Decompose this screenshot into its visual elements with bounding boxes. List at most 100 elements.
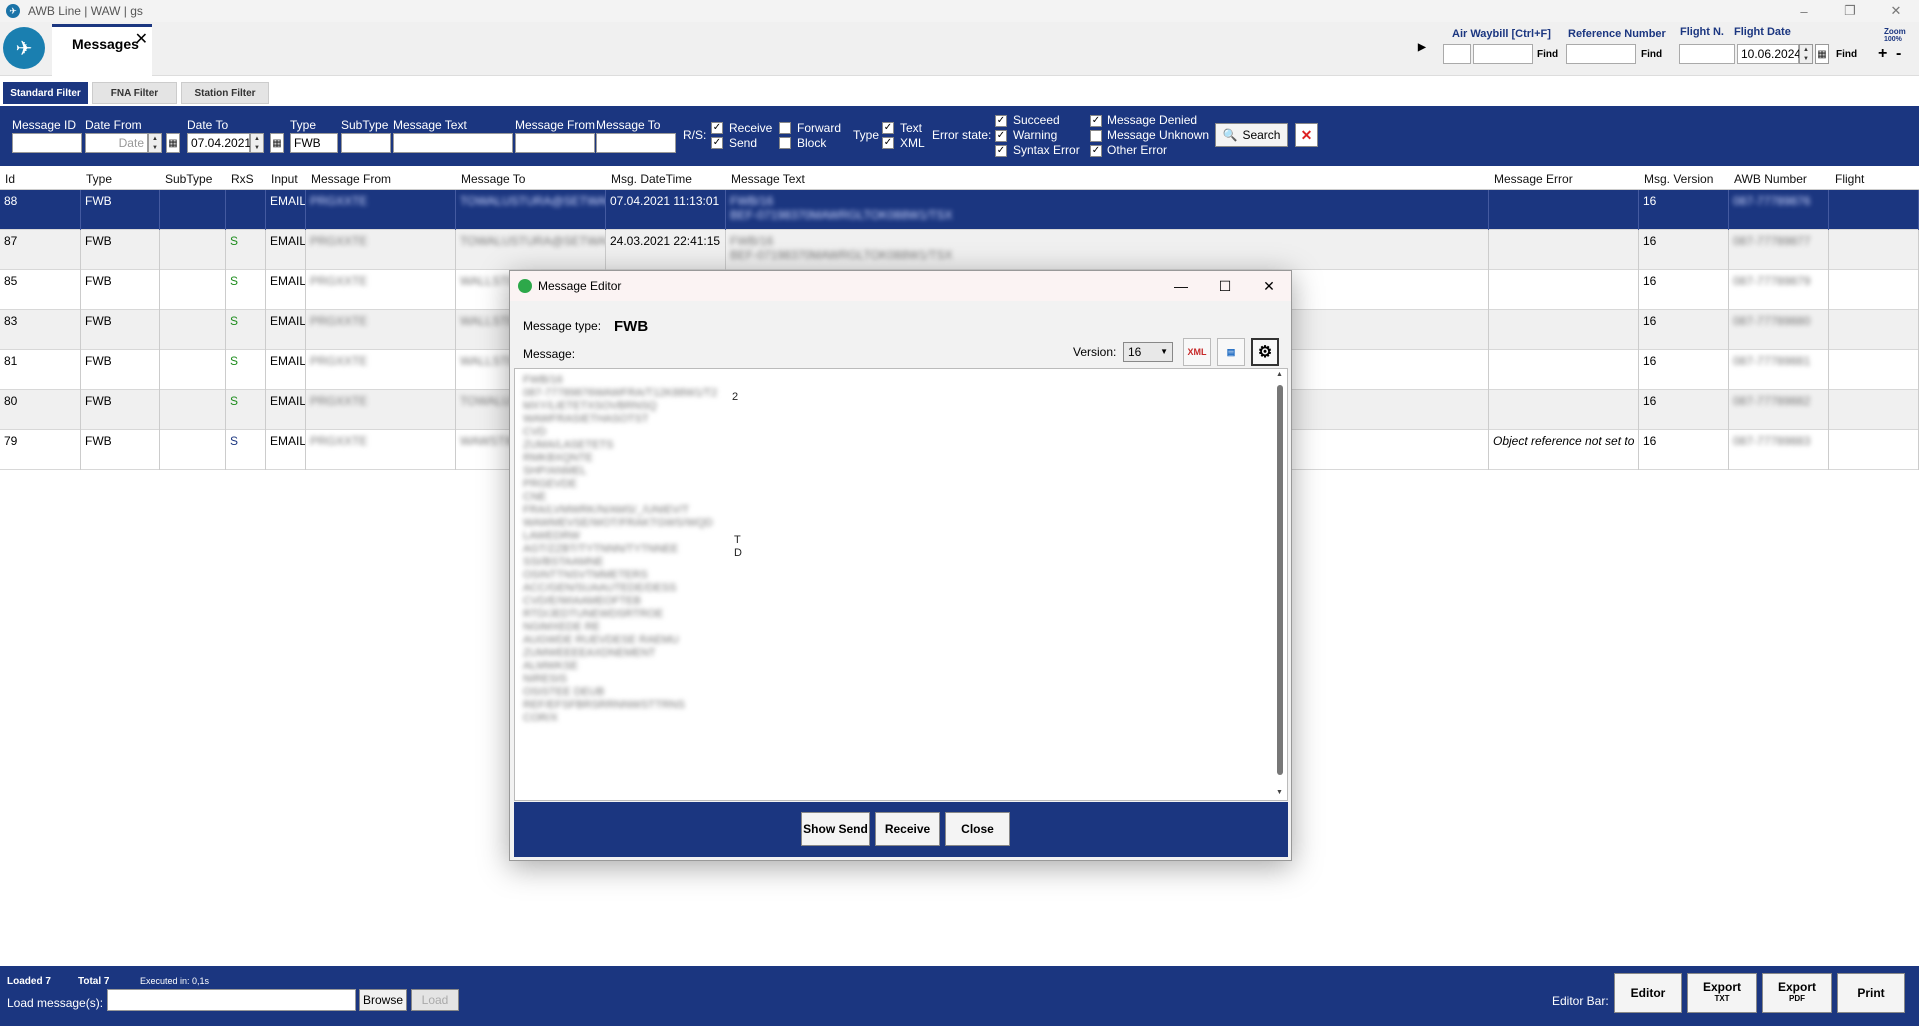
date-from-spinner[interactable]: ▲ ▼ [148,133,162,153]
table-row[interactable]: 88 FWB EMAIL PRGXXTE TOWALUSTURA@SETWARS 07.0… [0,190,1919,230]
col-message-to[interactable]: Message To [461,172,525,186]
block-checkbox[interactable] [779,137,791,149]
dialog-minimize-icon[interactable]: — [1159,271,1203,301]
export-txt-button[interactable]: Export TXT [1687,973,1757,1013]
warning-checkbox[interactable]: ✓ [995,130,1007,142]
cell-rxs: S [226,310,266,350]
date-from-input[interactable]: Date [85,133,148,153]
cell-ver: 16 [1639,430,1729,470]
reference-input[interactable] [1566,44,1636,64]
tab-standard-filter[interactable]: Standard Filter [3,82,88,104]
version-select[interactable]: 16 ▼ [1123,342,1173,362]
tab-station-filter[interactable]: Station Filter [181,82,269,104]
reference-find-button[interactable]: Find [1641,49,1662,60]
dialog-close-icon[interactable]: ✕ [1247,271,1291,301]
date-to-calendar-icon[interactable]: ▦ [270,133,284,153]
col-rxs[interactable]: RxS [231,172,254,186]
receive-checkbox[interactable]: ✓ [711,122,723,134]
scroll-up-icon[interactable]: ▲ [1276,371,1283,378]
succeed-checkbox[interactable]: ✓ [995,115,1007,127]
flight-number-input[interactable] [1679,44,1735,64]
export-pdf-button[interactable]: Export PDF [1762,973,1832,1013]
tab-messages[interactable]: Messages ✕ [52,24,152,76]
gear-icon[interactable]: ⚙ [1251,338,1279,366]
col-message-text[interactable]: Message Text [731,172,805,186]
restore-icon[interactable]: ❐ [1827,0,1873,22]
col-message-error[interactable]: Message Error [1494,172,1573,186]
minimize-icon[interactable]: – [1781,0,1827,22]
awb-find-button[interactable]: Find [1537,49,1558,60]
dialog-maximize-icon[interactable]: ☐ [1203,271,1247,301]
message-line: ZUMWEEEEAXDNEMENT [523,647,656,659]
xml-checkbox[interactable]: ✓ [882,137,894,149]
send-checkbox[interactable]: ✓ [711,137,723,149]
expand-quicksearch-icon[interactable]: ▶ [1418,42,1426,53]
col-message-from[interactable]: Message From [311,172,391,186]
receive-button[interactable]: Receive [875,812,940,846]
zoom-in-button[interactable]: + [1878,45,1887,63]
cell-type: FWB [81,390,160,430]
text-checkbox[interactable]: ✓ [882,122,894,134]
date-to-input[interactable]: 07.04.2021 [187,133,251,153]
col-msg-datetime[interactable]: Msg. DateTime [611,172,692,186]
flight-find-button[interactable]: Find [1836,49,1857,60]
search-button[interactable]: 🔍 Search [1215,123,1288,147]
cell-input: EMAIL [266,190,306,230]
message-line: ACC/GEN/SUAAUTEDE/DESS [523,582,677,594]
flight-date-spinner[interactable]: ▲ ▼ [1799,44,1813,64]
flight-date-calendar-icon[interactable]: ▦ [1815,44,1829,64]
awb-prefix-input[interactable] [1443,44,1471,64]
editor-button[interactable]: Editor [1614,973,1682,1013]
syntax-error-checkbox[interactable]: ✓ [995,145,1007,157]
subtype-input[interactable] [341,133,391,153]
col-id[interactable]: Id [5,172,15,186]
col-subtype[interactable]: SubType [165,172,212,186]
other-error-checkbox[interactable]: ✓ [1090,145,1102,157]
date-from-calendar-icon[interactable]: ▦ [166,133,180,153]
type-input[interactable]: FWB [290,133,338,153]
message-from-input[interactable] [515,133,595,153]
awb-number-input[interactable] [1473,44,1533,64]
tab-fna-filter[interactable]: FNA Filter [92,82,177,104]
message-to-input[interactable] [596,133,676,153]
message-text-input[interactable] [393,133,513,153]
clear-filter-button[interactable]: ✕ [1295,123,1318,147]
col-input[interactable]: Input [271,172,298,186]
scroll-down-icon[interactable]: ▼ [1276,789,1283,796]
col-type[interactable]: Type [86,172,112,186]
show-send-button[interactable]: Show Send [801,812,870,846]
browse-button[interactable]: Browse [359,989,407,1011]
flight-date-input[interactable]: 10.06.2024 [1737,44,1801,64]
col-flight[interactable]: Flight [1835,172,1864,186]
load-button[interactable]: Load [411,989,459,1011]
table-view-icon[interactable]: ▤ [1217,338,1245,366]
scrollbar-thumb[interactable] [1277,385,1283,775]
print-button[interactable]: Print [1837,973,1905,1013]
message-denied-checkbox[interactable]: ✓ [1090,115,1102,127]
col-awb-number[interactable]: AWB Number [1734,172,1807,186]
cell-rxs [226,190,266,230]
date-to-spinner[interactable]: ▲ ▼ [250,133,264,153]
close-button[interactable]: Close [945,812,1010,846]
cell-ver-value: 16 [1643,274,1657,288]
message-unknown-checkbox[interactable] [1090,130,1102,142]
message-line: ZUMA/LASETETS [523,439,614,451]
xml-export-icon[interactable]: XML [1183,338,1211,366]
cell-ver: 16 [1639,270,1729,310]
tab-close-icon[interactable]: ✕ [135,29,148,49]
cell-text-value: FWB/16 [730,194,774,208]
table-row[interactable]: 87 FWB S EMAIL PRGXXTE TOWALUSTURA@SETWARS 24.… [0,230,1919,270]
message-scrollbar[interactable]: ▲ ▼ [1276,371,1284,797]
cell-awb: 087-77789881 [1729,350,1829,390]
tab-messages-label: Messages [72,36,139,52]
close-window-icon[interactable]: ✕ [1873,0,1919,22]
forward-checkbox[interactable] [779,122,791,134]
cell-to-value: TOWALUSTURA@SETWARS [460,234,606,248]
message-editor-dialog: Message Editor — ☐ ✕ Message type: FWB M… [509,270,1292,861]
col-msg-version[interactable]: Msg. Version [1644,172,1713,186]
message-textarea[interactable]: FWB/16 087-77789876WAWFRA/T12K88W1/T2 MXY/… [514,368,1288,801]
zoom-out-button[interactable]: - [1896,45,1901,63]
message-id-input[interactable] [12,133,82,153]
cell-awb: 087-77789879 [1729,270,1829,310]
load-file-input[interactable] [107,989,356,1011]
